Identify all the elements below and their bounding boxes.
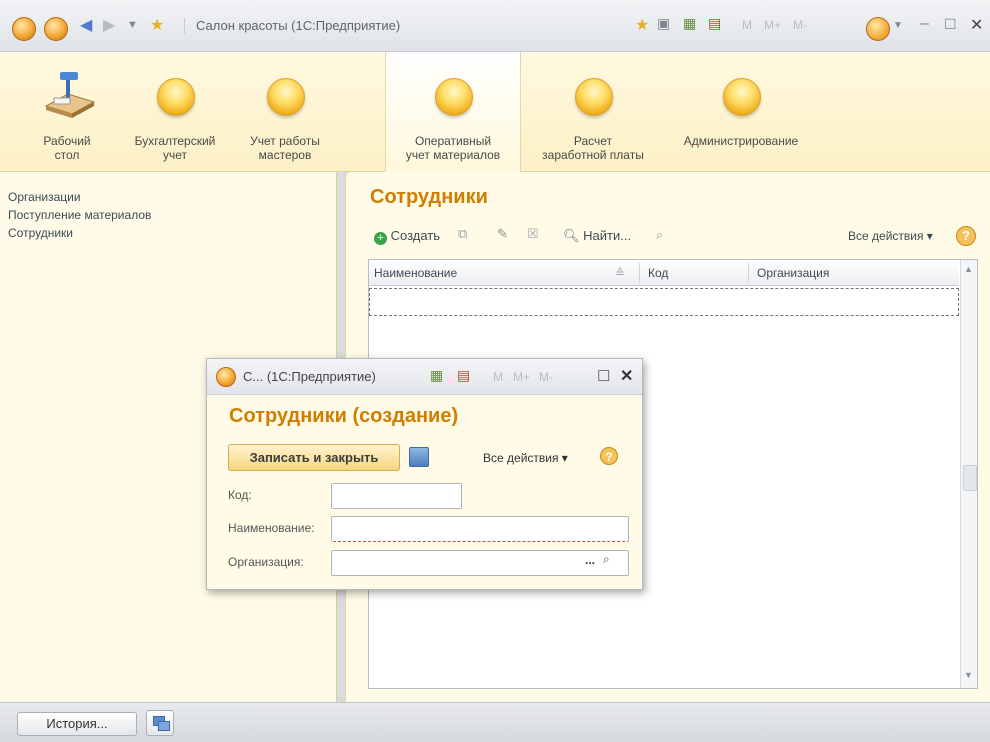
main-menu-icon[interactable] [44,17,68,41]
section-label: Учет работы мастеров [250,134,320,162]
memory-m-button[interactable]: M [493,370,503,384]
section-orb-icon [157,78,195,116]
save-icon[interactable] [409,447,429,467]
delete-mark-icon[interactable]: ☒ [527,226,539,242]
section-label: Администрирование [683,134,799,148]
code-label: Код: [228,488,252,502]
nav-item-receipts[interactable]: Поступление материалов [8,208,151,222]
section-materials[interactable]: Оперативный учет материалов [385,52,521,172]
section-orb-icon [435,78,473,116]
search-icon: 🔍︎ [563,228,580,243]
maximize-icon[interactable]: ☐ [597,367,610,385]
sort-icon: ≙ [615,266,626,280]
windows-list-button[interactable] [146,710,174,736]
section-label: Бухгалтерский учет [134,134,216,162]
all-actions-menu[interactable]: Все действия ▾ [848,229,933,243]
dialog-heading: Сотрудники (создание) [229,405,459,427]
add-favorite-icon[interactable]: ★ [635,15,649,35]
close-icon[interactable]: ✕ [620,366,633,386]
help-icon[interactable]: ? [956,226,976,246]
cancel-search-icon[interactable]: ⌕ [656,227,663,243]
save-and-close-button[interactable]: Записать и закрыть [228,444,400,471]
back-arrow-icon[interactable]: ◀ [80,15,92,35]
info-icon[interactable] [866,17,890,41]
section-label: Оперативный учет материалов [405,134,501,162]
column-header-name[interactable]: Наименование [374,266,457,280]
calendar-icon[interactable]: ▤ [708,15,721,32]
section-orb-icon [575,78,613,116]
search-icon[interactable]: ⌕ [603,552,610,567]
section-label: Расчет заработной платы [542,134,644,162]
calculator-icon[interactable]: ▦ [683,15,696,32]
name-field[interactable] [331,516,629,542]
scroll-down-icon[interactable]: ▼ [964,670,973,680]
minimize-icon[interactable]: – [920,15,929,33]
section-masters[interactable]: Учет работы мастеров [230,52,340,172]
nav-item-employees[interactable]: Сотрудники [8,226,73,240]
title-bar: ◀ ▶ ▼ ★ Салон красоты (1С:Предприятие) ★… [0,0,990,52]
sections-panel: Рабочий стол Бухгалтерский учет Учет раб… [0,52,990,172]
section-orb-icon [723,78,761,116]
section-admin[interactable]: Администрирование [676,52,806,172]
section-accounting[interactable]: Бухгалтерский учет [120,52,230,172]
section-label: Рабочий стол [43,134,91,162]
edit-icon[interactable]: ✎ [497,226,508,242]
app-logo-icon[interactable] [12,17,36,41]
help-icon[interactable]: ? [600,447,618,465]
history-button[interactable]: История... [17,712,137,736]
find-button[interactable]: 🔍︎ Найти... [563,228,631,244]
find-label: Найти... [583,228,632,243]
desktop-icon [44,72,96,118]
window-title: Салон красоты (1С:Предприятие) [196,18,401,33]
memory-plus-button[interactable]: M+ [513,370,530,384]
copy-icon[interactable]: ⧉ [458,226,467,242]
dialog-title-bar: С... (1С:Предприятие) ▦ ▤ M M+ M- ☐ ✕ [207,359,642,395]
table-header: Наименование ≙ Код Организация [369,260,959,286]
memory-minus-button[interactable]: M- [539,370,553,384]
create-label: Создать [390,228,441,243]
forward-arrow-icon[interactable]: ▶ [103,15,115,35]
vertical-scrollbar[interactable]: ▲ ▼ [960,260,977,688]
calendar-icon[interactable]: ▤ [457,367,470,384]
memory-plus-button[interactable]: M+ [764,18,781,32]
memory-minus-button[interactable]: M- [793,18,807,32]
favorites-star-icon[interactable]: ★ [150,15,164,35]
dialog-window-title: С... (1С:Предприятие) [243,369,376,384]
section-orb-icon [267,78,305,116]
scroll-up-icon[interactable]: ▲ [964,264,973,274]
nav-item-organizations[interactable]: Организации [8,190,81,204]
info-dropdown-icon[interactable]: ▼ [893,20,903,31]
calculator-icon[interactable]: ▦ [430,367,443,384]
organization-label: Организация: [228,555,304,569]
page-title: Сотрудники [370,186,488,208]
scroll-thumb[interactable] [963,465,977,491]
select-button[interactable]: ... [585,553,595,567]
column-header-code[interactable]: Код [648,266,668,280]
create-button[interactable]: + Создать [374,228,440,245]
close-icon[interactable]: ✕ [970,15,983,35]
column-header-organization[interactable]: Организация [757,266,829,280]
dialog-all-actions-menu[interactable]: Все действия ▾ [483,451,568,465]
maximize-icon[interactable]: ☐ [944,16,957,33]
add-icon: + [374,232,387,245]
memory-m-button[interactable]: M [742,18,752,32]
name-label: Наименование: [228,521,315,535]
section-desktop[interactable]: Рабочий стол [12,52,122,172]
history-icon[interactable]: ▣ [657,15,670,32]
code-field[interactable] [331,483,462,509]
section-payroll[interactable]: Расчет заработной платы [538,52,648,172]
table-row[interactable] [369,288,959,316]
dialog-app-icon[interactable] [216,367,236,387]
history-dropdown-icon[interactable]: ▼ [127,19,138,31]
